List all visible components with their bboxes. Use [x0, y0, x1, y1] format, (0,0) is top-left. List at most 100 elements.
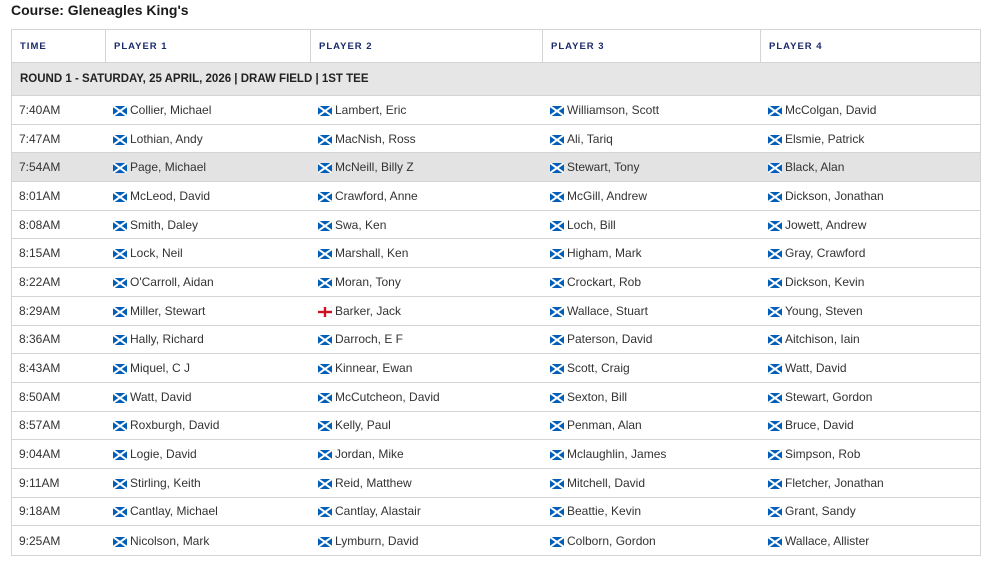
- player-cell: McColgan, David: [761, 103, 980, 117]
- player-name[interactable]: Bruce, David: [785, 418, 854, 432]
- scotland-flag-icon: [767, 334, 783, 347]
- player-name[interactable]: MacNish, Ross: [335, 132, 416, 146]
- table-row: 7:47AM Lothian, Andy MacNish, Ross Ali, Tar…: [12, 124, 980, 154]
- player-name[interactable]: Mclaughlin, James: [567, 447, 666, 461]
- player-name[interactable]: Sexton, Bill: [567, 390, 627, 404]
- scotland-flag-icon: [549, 105, 565, 117]
- player-name[interactable]: Jordan, Mike: [335, 447, 404, 461]
- player-name[interactable]: McGill, Andrew: [567, 189, 647, 203]
- tee-time: 9:11AM: [19, 475, 60, 490]
- table-row: 8:22AM O'Carroll, Aidan Moran, Tony Crockar…: [12, 268, 980, 297]
- player-name[interactable]: Wallace, Stuart: [567, 304, 648, 318]
- tee-time: 7:54AM: [19, 160, 61, 175]
- scotland-flag-icon: [549, 535, 565, 548]
- player-name[interactable]: Dickson, Kevin: [785, 275, 864, 289]
- player-name[interactable]: Nicolson, Mark: [130, 534, 209, 548]
- player-name[interactable]: Miller, Stewart: [130, 304, 205, 318]
- player-name[interactable]: Grant, Sandy: [785, 504, 856, 518]
- player-name[interactable]: Stewart, Tony: [567, 160, 639, 174]
- player-name[interactable]: Elsmie, Patrick: [785, 132, 864, 146]
- player-name[interactable]: Logie, David: [130, 447, 197, 461]
- player-name[interactable]: Barker, Jack: [335, 304, 401, 318]
- player-name[interactable]: Stewart, Gordon: [785, 390, 872, 404]
- tee-time: 8:43AM: [19, 361, 61, 376]
- player-name[interactable]: Hally, Richard: [130, 332, 204, 346]
- tee-time: 8:08AM: [19, 217, 61, 232]
- player-name[interactable]: Higham, Mark: [567, 246, 642, 260]
- player-cell: Bruce, David: [761, 418, 980, 432]
- player-name[interactable]: Lambert, Eric: [335, 103, 406, 117]
- player-name[interactable]: Ali, Tariq: [567, 132, 613, 146]
- player-name[interactable]: McNeill, Billy Z: [335, 160, 414, 174]
- player-cell: McNeill, Billy Z: [311, 160, 543, 174]
- scotland-flag-icon: [767, 420, 783, 433]
- player-name[interactable]: Darroch, E F: [335, 332, 403, 346]
- player-name[interactable]: Smith, Daley: [130, 218, 198, 232]
- player-name[interactable]: Lymburn, David: [335, 534, 419, 548]
- player-name[interactable]: Penman, Alan: [567, 418, 642, 432]
- player-name[interactable]: McCutcheon, David: [335, 390, 440, 404]
- scotland-flag-icon: [549, 449, 565, 461]
- player-name[interactable]: Gray, Crawford: [785, 246, 865, 260]
- scotland-flag-icon: [549, 277, 565, 289]
- tee-time: 9:04AM: [19, 447, 61, 462]
- player-name[interactable]: Scott, Craig: [567, 361, 630, 375]
- scotland-flag-icon: [317, 219, 333, 232]
- player-name[interactable]: McLeod, David: [130, 189, 210, 203]
- player-cell: Crawford, Anne: [311, 189, 543, 203]
- player-cell: MacNish, Ross: [311, 132, 543, 146]
- player-name[interactable]: Loch, Bill: [567, 218, 616, 232]
- player-name[interactable]: Kelly, Paul: [335, 418, 391, 432]
- player-name[interactable]: Young, Steven: [785, 304, 863, 318]
- player-name[interactable]: Mitchell, David: [567, 476, 645, 490]
- player-cell: Hally, Richard: [106, 332, 311, 346]
- player-name[interactable]: Aitchison, Iain: [785, 332, 860, 346]
- player-name[interactable]: Moran, Tony: [335, 275, 401, 289]
- player-name[interactable]: Wallace, Allister: [785, 534, 869, 548]
- player-name[interactable]: Kinnear, Ewan: [335, 361, 412, 375]
- player-name[interactable]: Paterson, David: [567, 332, 652, 346]
- player-name[interactable]: Page, Michael: [130, 160, 206, 174]
- player-name[interactable]: Watt, David: [785, 361, 847, 375]
- player-name[interactable]: Watt, David: [130, 390, 192, 404]
- scotland-flag-icon: [317, 449, 333, 461]
- player-cell: Reid, Matthew: [311, 476, 543, 490]
- player-name[interactable]: Beattie, Kevin: [567, 504, 641, 518]
- player-name[interactable]: Marshall, Ken: [335, 246, 408, 260]
- player-name[interactable]: Miquel, C J: [130, 361, 190, 375]
- player-name[interactable]: Black, Alan: [785, 160, 844, 174]
- scotland-flag-icon: [317, 191, 333, 203]
- player-name[interactable]: Lock, Neil: [130, 246, 183, 260]
- player-cell: O'Carroll, Aidan: [106, 275, 311, 289]
- table-row: 9:11AM Stirling, Keith Reid, Matthew Mitche…: [12, 468, 980, 498]
- player-name[interactable]: Fletcher, Jonathan: [785, 476, 884, 490]
- scotland-flag-icon: [317, 506, 333, 519]
- player-name[interactable]: Cantlay, Michael: [130, 504, 218, 518]
- player-name[interactable]: Dickson, Jonathan: [785, 189, 884, 203]
- player-cell: Marshall, Ken: [311, 246, 543, 260]
- player-name[interactable]: Williamson, Scott: [567, 103, 659, 117]
- player-cell: Stirling, Keith: [106, 476, 311, 490]
- player-name[interactable]: Roxburgh, David: [130, 418, 219, 432]
- player-name[interactable]: McColgan, David: [785, 103, 876, 117]
- player-name[interactable]: Crawford, Anne: [335, 189, 418, 203]
- player-name[interactable]: O'Carroll, Aidan: [130, 275, 214, 289]
- player-name[interactable]: Simpson, Rob: [785, 447, 860, 461]
- scotland-flag-icon: [767, 535, 783, 548]
- player-name[interactable]: Jowett, Andrew: [785, 218, 866, 232]
- player-name[interactable]: Collier, Michael: [130, 103, 211, 117]
- table-row: 8:29AM Miller, Stewart Barker, Jack Wallace…: [12, 296, 980, 326]
- player-name[interactable]: Cantlay, Alastair: [335, 504, 421, 518]
- player-name[interactable]: Reid, Matthew: [335, 476, 412, 490]
- player-name[interactable]: Lothian, Andy: [130, 132, 203, 146]
- player-cell: Grant, Sandy: [761, 504, 980, 518]
- player-name[interactable]: Swa, Ken: [335, 218, 386, 232]
- player-name[interactable]: Stirling, Keith: [130, 476, 201, 490]
- player-cell: Higham, Mark: [543, 246, 761, 260]
- player-cell: Smith, Daley: [106, 218, 311, 232]
- player-cell: McLeod, David: [106, 189, 311, 203]
- player-name[interactable]: Crockart, Rob: [567, 275, 641, 289]
- player-name[interactable]: Colborn, Gordon: [567, 534, 656, 548]
- table-row: 8:43AM Miquel, C J Kinnear, Ewan Scott, Cra…: [12, 354, 980, 383]
- player-cell: Swa, Ken: [311, 218, 543, 232]
